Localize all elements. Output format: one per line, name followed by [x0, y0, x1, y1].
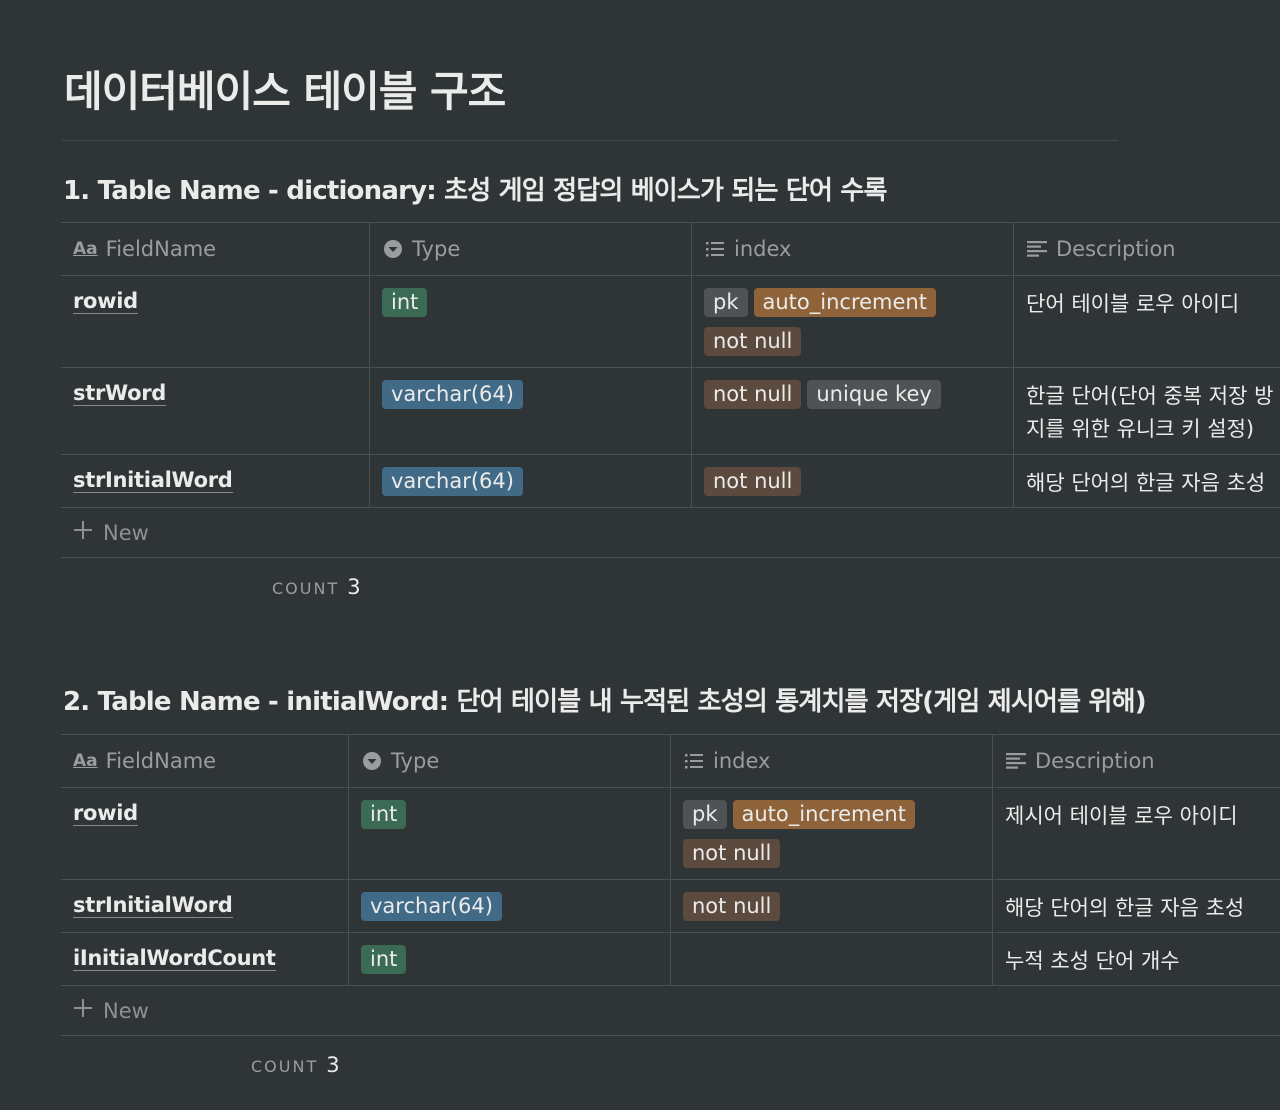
table2: Aa FieldName Type index Description rowi…: [61, 734, 1280, 1036]
field-name-cell[interactable]: rowid: [61, 276, 370, 367]
title-divider: [62, 140, 1118, 141]
type-cell[interactable]: varchar(64): [370, 368, 692, 454]
type-tag: int: [361, 800, 407, 829]
type-cell[interactable]: varchar(64): [349, 880, 671, 932]
field-name: strInitialWord: [73, 468, 233, 493]
index-cell[interactable]: [671, 933, 993, 985]
column-label: Description: [1056, 237, 1176, 261]
type-cell[interactable]: varchar(64): [370, 455, 692, 507]
table-row[interactable]: iInitialWordCount int 누적 초성 단어 개수: [61, 933, 1280, 986]
text-property-icon: Aa: [73, 751, 98, 771]
type-tag: varchar(64): [382, 380, 523, 409]
index-tag: unique key: [807, 380, 941, 409]
text-lines-icon: [1005, 750, 1027, 772]
index-tag: auto_increment: [753, 288, 936, 317]
count-value: 3: [326, 1053, 340, 1077]
type-cell[interactable]: int: [349, 788, 671, 879]
table-row[interactable]: strInitialWord varchar(64) not null 해당 단…: [61, 455, 1280, 508]
type-tag: int: [382, 288, 428, 317]
table1-header-row: Aa FieldName Type index Description: [61, 222, 1280, 276]
select-property-icon: [382, 238, 404, 260]
new-row-button[interactable]: New: [61, 508, 1280, 558]
column-label: Type: [391, 749, 440, 773]
table-row[interactable]: rowid int pk auto_incrementnot null 단어 테이…: [61, 276, 1280, 368]
column-header-fieldname[interactable]: Aa FieldName: [61, 223, 370, 275]
text-property-icon: Aa: [73, 239, 98, 259]
index-tag: not null: [683, 892, 781, 921]
description-cell[interactable]: 단어 테이블 로우 아이디: [1014, 276, 1280, 367]
table-row[interactable]: rowid int pk auto_incrementnot null 제시어 테…: [61, 788, 1280, 880]
type-cell[interactable]: int: [370, 276, 692, 367]
count-label: COUNT: [272, 579, 340, 598]
index-cell[interactable]: not null: [671, 880, 993, 932]
column-label: FieldName: [105, 749, 217, 773]
column-header-type[interactable]: Type: [349, 735, 671, 787]
column-label: Type: [412, 237, 461, 261]
column-header-type[interactable]: Type: [370, 223, 692, 275]
table2-count[interactable]: COUNT 3: [251, 1053, 340, 1077]
index-tag: pk: [683, 800, 727, 829]
list-property-icon: [683, 750, 705, 772]
field-name-cell[interactable]: strWord: [61, 368, 370, 454]
plus-icon: [73, 520, 93, 545]
list-property-icon: [704, 238, 726, 260]
index-cell[interactable]: pk auto_incrementnot null: [671, 788, 993, 879]
column-label: FieldName: [105, 237, 217, 261]
description-cell[interactable]: 누적 초성 단어 개수: [993, 933, 1280, 985]
column-label: index: [713, 749, 771, 773]
column-header-index[interactable]: index: [692, 223, 1014, 275]
text-lines-icon: [1026, 238, 1048, 260]
index-cell[interactable]: not null: [692, 455, 1014, 507]
description-cell[interactable]: 제시어 테이블 로우 아이디: [993, 788, 1280, 879]
column-header-index[interactable]: index: [671, 735, 993, 787]
field-name-cell[interactable]: rowid: [61, 788, 349, 879]
type-tag: varchar(64): [382, 467, 523, 496]
count-value: 3: [347, 575, 361, 599]
index-tag: not null: [704, 327, 802, 356]
index-tag: auto_increment: [732, 800, 915, 829]
new-label: New: [103, 520, 149, 545]
table1-count[interactable]: COUNT 3: [272, 575, 361, 599]
description-cell[interactable]: 해당 단어의 한글 자음 초성: [1014, 455, 1280, 507]
field-name-cell[interactable]: iInitialWordCount: [61, 933, 349, 985]
field-name-cell[interactable]: strInitialWord: [61, 455, 370, 507]
table2-header-row: Aa FieldName Type index Description: [61, 734, 1280, 788]
column-header-description[interactable]: Description: [1014, 223, 1280, 275]
table1-heading: 1. Table Name - dictionary: 초성 게임 정답의 베이…: [63, 176, 887, 206]
select-property-icon: [361, 750, 383, 772]
column-header-fieldname[interactable]: Aa FieldName: [61, 735, 349, 787]
description-cell[interactable]: 해당 단어의 한글 자음 초성: [993, 880, 1280, 932]
index-tag: not null: [704, 467, 802, 496]
column-label: Description: [1035, 749, 1155, 773]
column-header-description[interactable]: Description: [993, 735, 1280, 787]
field-name: rowid: [73, 801, 138, 826]
description-cell[interactable]: 한글 단어(단어 중복 저장 방지를 위한 유니크 키 설정): [1014, 368, 1280, 454]
plus-icon: [73, 998, 93, 1023]
index-cell[interactable]: pk auto_incrementnot null: [692, 276, 1014, 367]
new-label: New: [103, 998, 149, 1023]
type-tag: varchar(64): [361, 892, 502, 921]
count-label: COUNT: [251, 1057, 319, 1076]
table1: Aa FieldName Type index Description rowi…: [61, 222, 1280, 558]
page-title: 데이터베이스 테이블 구조: [64, 67, 506, 116]
table-row[interactable]: strInitialWord varchar(64) not null 해당 단…: [61, 880, 1280, 933]
table-row[interactable]: strWord varchar(64) not null unique key 한…: [61, 368, 1280, 455]
table2-heading: 2. Table Name - initialWord: 단어 테이블 내 누적…: [63, 687, 1147, 717]
field-name: rowid: [73, 289, 138, 314]
field-name: iInitialWordCount: [73, 946, 276, 971]
index-tag: pk: [704, 288, 748, 317]
index-tag: not null: [683, 839, 781, 868]
field-name: strInitialWord: [73, 893, 233, 918]
field-name: strWord: [73, 381, 167, 406]
field-name-cell[interactable]: strInitialWord: [61, 880, 349, 932]
index-cell[interactable]: not null unique key: [692, 368, 1014, 454]
type-tag: int: [361, 945, 407, 974]
new-row-button[interactable]: New: [61, 986, 1280, 1036]
column-label: index: [734, 237, 792, 261]
index-tag: not null: [704, 380, 802, 409]
type-cell[interactable]: int: [349, 933, 671, 985]
